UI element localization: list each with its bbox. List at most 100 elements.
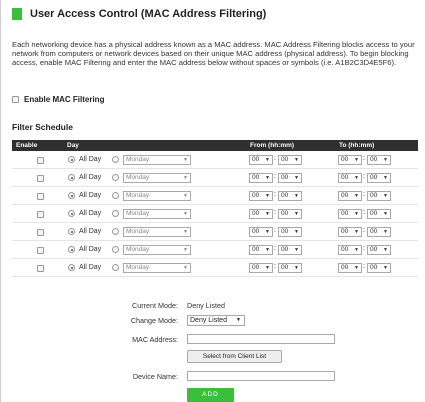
specific-day-radio[interactable] [112, 264, 119, 271]
day-select[interactable]: Monday ▼ [123, 173, 191, 183]
schedule-table-body: All Day Monday ▼ 00 ▼ : 00 ▼ 00 ▼ : 00 ▼ All … [12, 151, 418, 277]
from-hour-select[interactable]: 00 ▼ [249, 191, 273, 201]
all-day-radio[interactable] [68, 156, 75, 163]
specific-day-radio[interactable] [112, 192, 119, 199]
row-enable-checkbox[interactable] [37, 211, 44, 218]
all-day-label: All Day [79, 156, 102, 163]
day-select[interactable]: Monday ▼ [123, 227, 191, 237]
to-minute-select[interactable]: 00 ▼ [367, 245, 391, 255]
chevron-down-icon: ▼ [183, 265, 188, 271]
current-mode-value: Deny Listed [187, 301, 225, 310]
to-minute-select[interactable]: 00 ▼ [367, 191, 391, 201]
schedule-table-header: Enable Day From (hh:mm) To (hh:mm) [12, 140, 418, 151]
time-separator: : [274, 263, 276, 270]
all-day-radio[interactable] [68, 264, 75, 271]
left-divider [0, 0, 1, 402]
to-hour-select[interactable]: 00 ▼ [338, 245, 362, 255]
select-from-client-list-button[interactable]: Select from Client List [187, 350, 282, 363]
current-mode-label: Current Mode: [132, 301, 178, 310]
from-minute-select[interactable]: 00 ▼ [278, 191, 302, 201]
chevron-down-icon: ▼ [383, 157, 388, 163]
chevron-down-icon: ▼ [354, 157, 359, 163]
from-minute-select[interactable]: 00 ▼ [278, 263, 302, 273]
row-enable-checkbox[interactable] [37, 247, 44, 254]
to-minute-select[interactable]: 00 ▼ [367, 227, 391, 237]
enable-mac-filtering-row[interactable]: Enable MAC Filtering [12, 95, 104, 104]
from-minute-select[interactable]: 00 ▼ [278, 173, 302, 183]
day-select[interactable]: Monday ▼ [123, 209, 191, 219]
row-enable-checkbox[interactable] [37, 265, 44, 272]
col-from: From (hh:mm) [250, 142, 295, 149]
to-minute-select[interactable]: 00 ▼ [367, 155, 391, 165]
to-hour-select[interactable]: 00 ▼ [338, 173, 362, 183]
row-enable-checkbox[interactable] [37, 157, 44, 164]
row-enable-checkbox[interactable] [37, 193, 44, 200]
from-hour-select[interactable]: 00 ▼ [249, 155, 273, 165]
enable-mac-filtering-checkbox[interactable] [12, 96, 19, 103]
to-minute-select[interactable]: 00 ▼ [367, 209, 391, 219]
day-select[interactable]: Monday ▼ [123, 245, 191, 255]
to-hour-select[interactable]: 00 ▼ [338, 191, 362, 201]
day-select[interactable]: Monday ▼ [123, 263, 191, 273]
to-hour-select[interactable]: 00 ▼ [338, 209, 362, 219]
from-minute-select[interactable]: 00 ▼ [278, 155, 302, 165]
schedule-row: All Day Monday ▼ 00 ▼ : 00 ▼ 00 ▼ : 00 ▼ [12, 241, 418, 259]
chevron-down-icon: ▼ [354, 211, 359, 217]
chevron-down-icon: ▼ [383, 211, 388, 217]
specific-day-radio[interactable] [112, 246, 119, 253]
col-day: Day [67, 142, 79, 149]
to-hour-select[interactable]: 00 ▼ [338, 263, 362, 273]
schedule-row: All Day Monday ▼ 00 ▼ : 00 ▼ 00 ▼ : 00 ▼ [12, 151, 418, 169]
row-enable-checkbox[interactable] [37, 229, 44, 236]
chevron-down-icon: ▼ [354, 193, 359, 199]
time-separator: : [363, 209, 365, 216]
from-hour-select[interactable]: 00 ▼ [249, 209, 273, 219]
mac-address-label: MAC Address: [132, 335, 178, 344]
from-minute-select[interactable]: 00 ▼ [278, 227, 302, 237]
specific-day-radio[interactable] [112, 156, 119, 163]
day-select[interactable]: Monday ▼ [123, 191, 191, 201]
schedule-row: All Day Monday ▼ 00 ▼ : 00 ▼ 00 ▼ : 00 ▼ [12, 259, 418, 277]
chevron-down-icon: ▼ [354, 229, 359, 235]
time-separator: : [274, 191, 276, 198]
time-separator: : [274, 209, 276, 216]
to-hour-select[interactable]: 00 ▼ [338, 155, 362, 165]
schedule-row: All Day Monday ▼ 00 ▼ : 00 ▼ 00 ▼ : 00 ▼ [12, 187, 418, 205]
chevron-down-icon: ▼ [265, 193, 270, 199]
chevron-down-icon: ▼ [294, 175, 299, 181]
chevron-down-icon: ▼ [265, 229, 270, 235]
add-button[interactable]: ADD [187, 388, 234, 402]
from-hour-select[interactable]: 00 ▼ [249, 245, 273, 255]
all-day-radio[interactable] [68, 192, 75, 199]
chevron-down-icon: ▼ [183, 193, 188, 199]
from-minute-select[interactable]: 00 ▼ [278, 209, 302, 219]
chevron-down-icon: ▼ [383, 229, 388, 235]
specific-day-radio[interactable] [112, 228, 119, 235]
all-day-radio[interactable] [68, 228, 75, 235]
change-mode-select[interactable]: Deny Listed ▼ [187, 315, 245, 326]
from-hour-select[interactable]: 00 ▼ [249, 263, 273, 273]
schedule-row: All Day Monday ▼ 00 ▼ : 00 ▼ 00 ▼ : 00 ▼ [12, 205, 418, 223]
all-day-radio[interactable] [68, 210, 75, 217]
from-hour-select[interactable]: 00 ▼ [249, 227, 273, 237]
from-hour-select[interactable]: 00 ▼ [249, 173, 273, 183]
to-hour-select[interactable]: 00 ▼ [338, 227, 362, 237]
specific-day-radio[interactable] [112, 174, 119, 181]
chevron-down-icon: ▼ [294, 157, 299, 163]
schedule-row: All Day Monday ▼ 00 ▼ : 00 ▼ 00 ▼ : 00 ▼ [12, 223, 418, 241]
row-enable-checkbox[interactable] [37, 175, 44, 182]
mac-address-input[interactable] [187, 334, 335, 344]
chevron-down-icon: ▼ [294, 211, 299, 217]
from-minute-select[interactable]: 00 ▼ [278, 245, 302, 255]
all-day-radio[interactable] [68, 174, 75, 181]
to-minute-select[interactable]: 00 ▼ [367, 263, 391, 273]
to-minute-select[interactable]: 00 ▼ [367, 173, 391, 183]
device-name-input[interactable] [187, 371, 335, 381]
day-select[interactable]: Monday ▼ [123, 155, 191, 165]
chevron-down-icon: ▼ [383, 247, 388, 253]
all-day-label: All Day [79, 264, 102, 271]
time-separator: : [274, 155, 276, 162]
specific-day-radio[interactable] [112, 210, 119, 217]
all-day-radio[interactable] [68, 246, 75, 253]
change-mode-label: Change Mode: [130, 316, 178, 325]
